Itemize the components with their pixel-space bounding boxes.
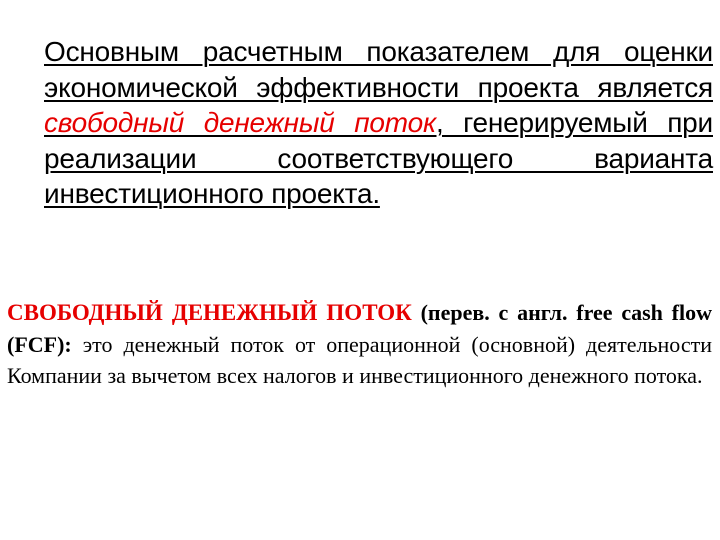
definition-term: СВОБОДНЫЙ ДЕНЕЖНЫЙ ПОТОК (7, 300, 412, 325)
definition-text: это денежный поток от операционной (осно… (7, 331, 712, 389)
main-statement-paragraph: Основным расчетным показателем для оценк… (44, 34, 713, 212)
statement-text-before: Основным расчетным показателем для оценк… (44, 36, 713, 103)
highlighted-term-free-cash-flow: свободный денежный поток (44, 107, 436, 138)
definition-paragraph: СВОБОДНЫЙ ДЕНЕЖНЫЙ ПОТОК (перев. с англ.… (7, 297, 712, 392)
